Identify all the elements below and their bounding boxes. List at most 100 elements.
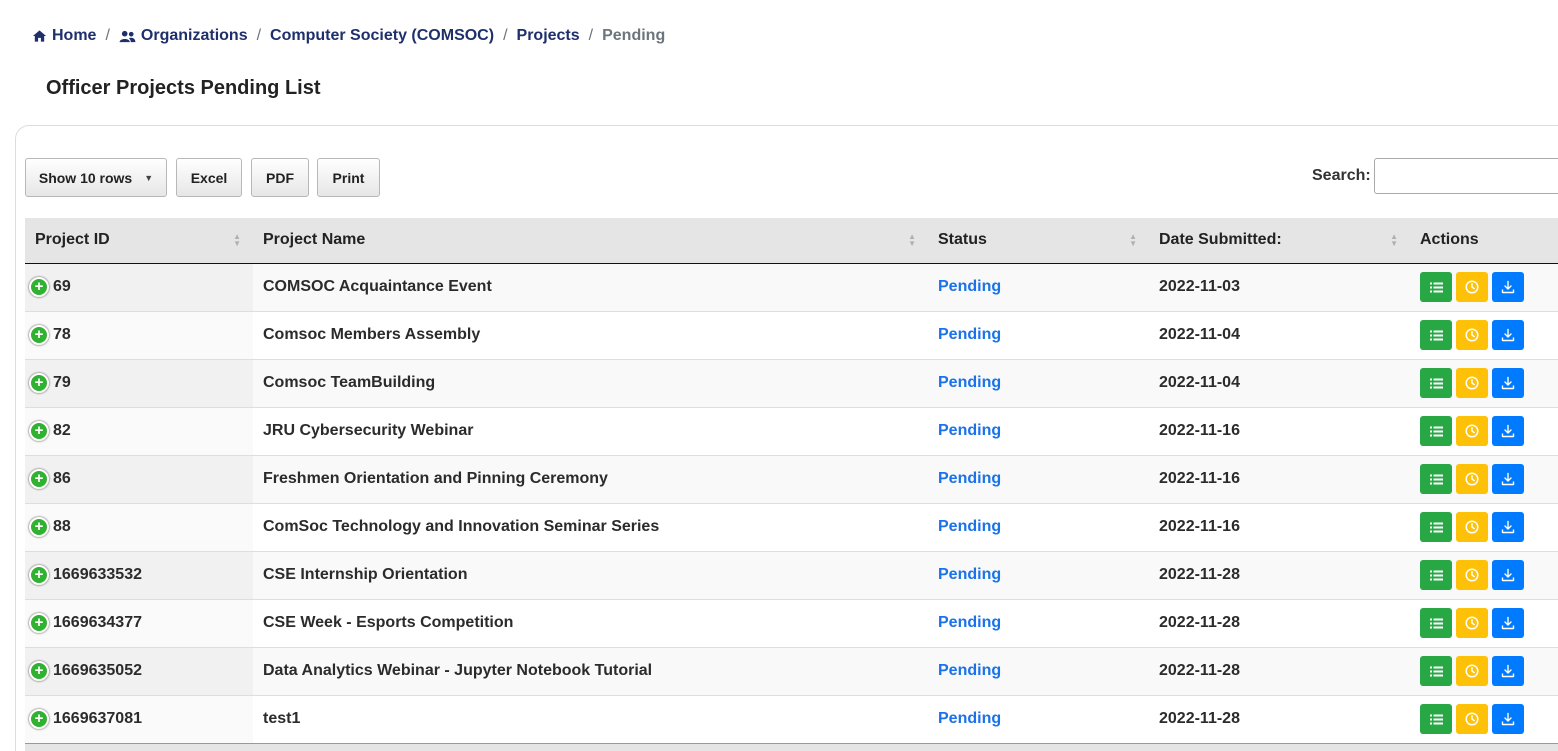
download-button[interactable]: [1492, 512, 1524, 542]
history-button[interactable]: [1456, 320, 1488, 350]
actions-cell: [1410, 599, 1558, 648]
status-cell: Pending: [928, 647, 1149, 696]
download-icon: [1501, 664, 1515, 678]
project-id-cell: +78: [25, 311, 253, 360]
column-header-project-name[interactable]: Project Name ▲ ▼: [253, 218, 928, 264]
plus-circle-icon[interactable]: +: [29, 661, 49, 681]
history-button[interactable]: [1456, 560, 1488, 590]
status-cell: Pending: [928, 311, 1149, 360]
history-button[interactable]: [1456, 464, 1488, 494]
breadcrumb-separator: /: [105, 27, 110, 44]
history-button[interactable]: [1456, 608, 1488, 638]
project-id: 1669633532: [53, 566, 142, 583]
project-name: ComSoc Technology and Innovation Seminar…: [253, 503, 928, 552]
view-details-button[interactable]: [1420, 464, 1452, 494]
project-name: CSE Internship Orientation: [253, 551, 928, 600]
view-details-button[interactable]: [1420, 368, 1452, 398]
status-cell: Pending: [928, 263, 1149, 312]
clock-icon: [1465, 568, 1479, 582]
status-link[interactable]: Pending: [938, 662, 1001, 679]
breadcrumb-org[interactable]: Computer Society (COMSOC): [270, 27, 494, 45]
status-link[interactable]: Pending: [938, 374, 1001, 391]
users-icon: [119, 30, 136, 42]
download-button[interactable]: [1492, 656, 1524, 686]
status-link[interactable]: Pending: [938, 710, 1001, 727]
table-body: +69 COMSOC Acquaintance Event Pending 2022-…: [25, 263, 1558, 744]
history-button[interactable]: [1456, 416, 1488, 446]
clock-icon: [1465, 712, 1479, 726]
download-button[interactable]: [1492, 320, 1524, 350]
plus-circle-icon[interactable]: +: [29, 421, 49, 441]
status-link[interactable]: Pending: [938, 326, 1001, 343]
plus-circle-icon[interactable]: +: [29, 565, 49, 585]
plus-circle-icon[interactable]: +: [29, 277, 49, 297]
project-id: 1669634377: [53, 614, 142, 631]
project-id: 79: [53, 374, 71, 391]
download-button[interactable]: [1492, 368, 1524, 398]
column-header-status[interactable]: Status ▲ ▼: [928, 218, 1149, 264]
rows-per-page-label: Show 10 rows: [38, 169, 133, 186]
history-button[interactable]: [1456, 512, 1488, 542]
download-button[interactable]: [1492, 704, 1524, 734]
plus-circle-icon[interactable]: +: [29, 469, 49, 489]
rows-per-page-button[interactable]: Show 10 rows ▼: [25, 158, 167, 197]
view-details-button[interactable]: [1420, 416, 1452, 446]
download-button[interactable]: [1492, 464, 1524, 494]
view-details-button[interactable]: [1420, 656, 1452, 686]
status-link[interactable]: Pending: [938, 566, 1001, 583]
view-details-button[interactable]: [1420, 608, 1452, 638]
plus-circle-icon[interactable]: +: [29, 709, 49, 729]
column-header-date-submitted[interactable]: Date Submitted: ▲ ▼: [1149, 218, 1410, 264]
search-input[interactable]: [1374, 158, 1558, 194]
status-link[interactable]: Pending: [938, 278, 1001, 295]
download-icon: [1501, 472, 1515, 486]
history-button[interactable]: [1456, 272, 1488, 302]
clock-icon: [1465, 328, 1479, 342]
download-button[interactable]: [1492, 416, 1524, 446]
status-cell: Pending: [928, 695, 1149, 744]
history-button[interactable]: [1456, 656, 1488, 686]
download-icon: [1501, 280, 1515, 294]
plus-circle-icon[interactable]: +: [29, 325, 49, 345]
project-name: test1: [253, 695, 928, 744]
clock-icon: [1465, 424, 1479, 438]
print-button[interactable]: Print: [317, 158, 380, 197]
date-submitted: 2022-11-04: [1149, 359, 1410, 408]
project-id-cell: +86: [25, 455, 253, 504]
project-id-cell: +1669637081: [25, 695, 253, 744]
list-icon: [1429, 618, 1443, 628]
plus-circle-icon[interactable]: +: [29, 517, 49, 537]
status-link[interactable]: Pending: [938, 518, 1001, 535]
plus-circle-icon[interactable]: +: [29, 613, 49, 633]
column-header-project-id[interactable]: Project ID ▲ ▼: [25, 218, 253, 264]
status-link[interactable]: Pending: [938, 422, 1001, 439]
breadcrumb-projects[interactable]: Projects: [517, 27, 580, 45]
breadcrumb-organizations[interactable]: Organizations: [119, 27, 248, 45]
view-details-button[interactable]: [1420, 320, 1452, 350]
download-icon: [1501, 616, 1515, 630]
view-details-button[interactable]: [1420, 512, 1452, 542]
table-row: +88 ComSoc Technology and Innovation Semi…: [25, 503, 1558, 552]
history-button[interactable]: [1456, 368, 1488, 398]
project-id-cell: +82: [25, 407, 253, 456]
project-id: 69: [53, 278, 71, 295]
table-row: +1669633532 CSE Internship Orientation Pen…: [25, 551, 1558, 600]
pdf-export-button[interactable]: PDF: [251, 158, 309, 197]
download-button[interactable]: [1492, 272, 1524, 302]
history-button[interactable]: [1456, 704, 1488, 734]
list-icon: [1429, 426, 1443, 436]
view-details-button[interactable]: [1420, 272, 1452, 302]
table-row: +86 Freshmen Orientation and Pinning Cere…: [25, 455, 1558, 504]
page-title: Officer Projects Pending List: [46, 77, 321, 99]
excel-export-button[interactable]: Excel: [176, 158, 242, 197]
download-button[interactable]: [1492, 608, 1524, 638]
plus-circle-icon[interactable]: +: [29, 373, 49, 393]
download-button[interactable]: [1492, 560, 1524, 590]
download-icon: [1501, 376, 1515, 390]
status-link[interactable]: Pending: [938, 470, 1001, 487]
status-link[interactable]: Pending: [938, 614, 1001, 631]
view-details-button[interactable]: [1420, 560, 1452, 590]
breadcrumb-home[interactable]: Home: [32, 27, 96, 45]
project-id: 78: [53, 326, 71, 343]
view-details-button[interactable]: [1420, 704, 1452, 734]
